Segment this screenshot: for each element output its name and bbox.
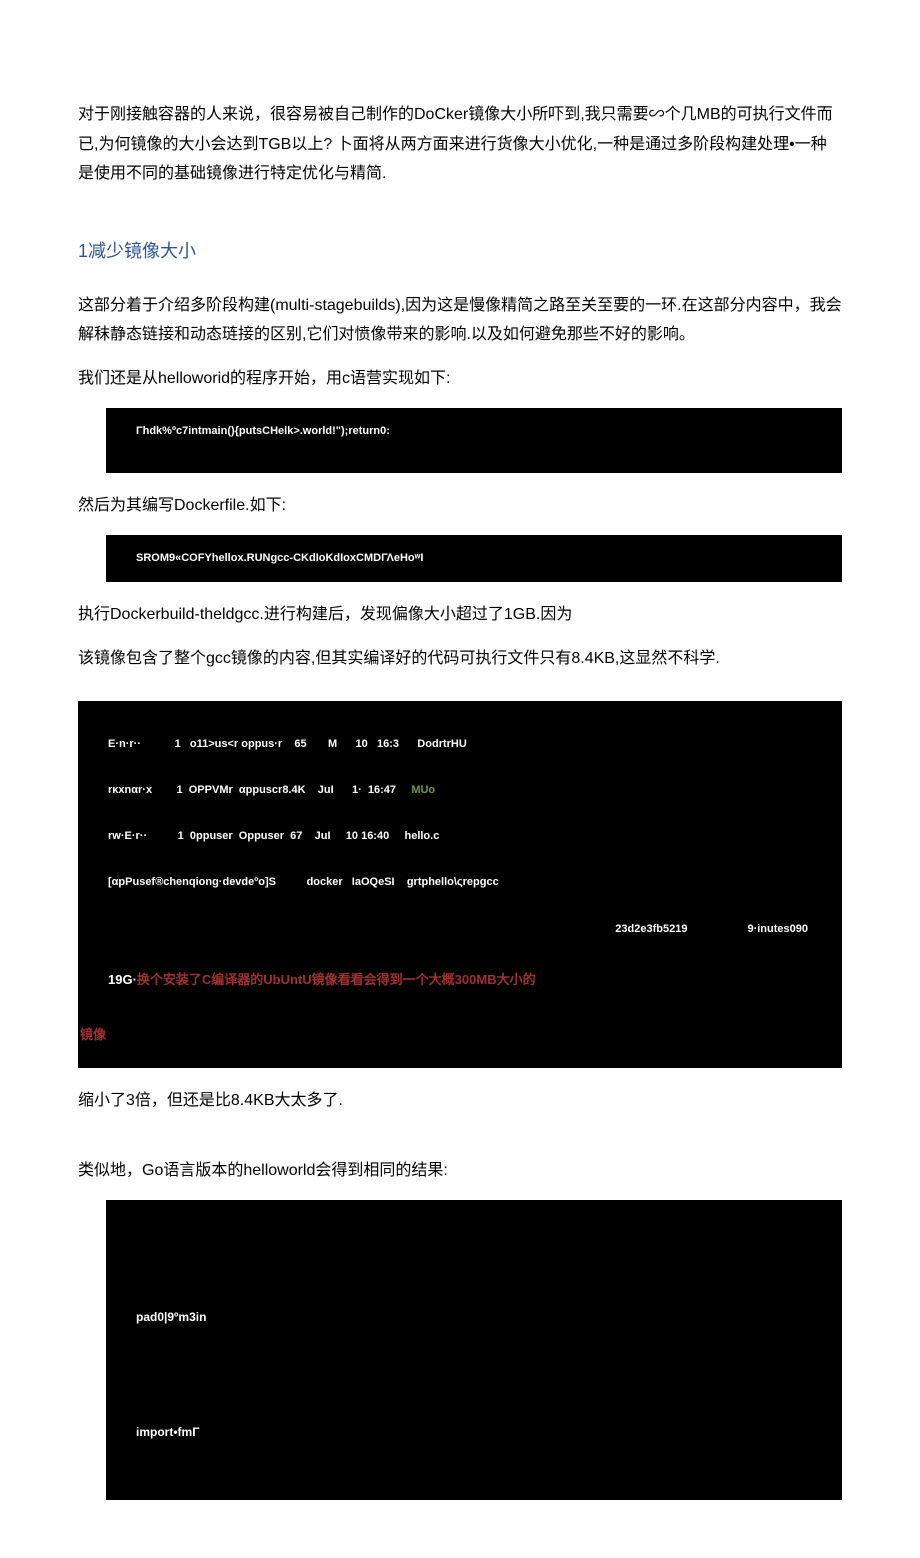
p-multistage-intro: 这部分着于介绍多阶段构建(multi-stagebuilds),因为这是慢像精简… [78,291,842,350]
go-line-1: pad0|9ºm3in [136,1298,812,1336]
red-text-2: 镜像 [80,1023,812,1048]
ls-green-text: MUo [411,784,435,796]
ls-line-6: 19G·换个安装了C编译器的UbUntU镜像看看会得到一个大概300MB大小的 [108,968,812,993]
code-c-helloworld: Γhdk%ºc7intmain(){putsCHelk>.world!");re… [106,408,842,473]
p-shrink-3x: 缩小了3倍，但还是比8.4KB大太多了. [78,1086,842,1116]
code-dockerfile: SROM9«COFYhellox.RUNgcc-CKdIoKdIoxCMDΓΛe… [106,535,842,582]
ls-line-5: 23d2e3fb52199·inutes090 [108,922,812,937]
ls-line-3: rw·E·r·· 1 0ppuser Oppuser 67 JuI 10 16:… [108,829,812,844]
p-helloworld-c: 我们还是从helloworid的程序开始，用c语营实现如下: [78,364,842,394]
intro-paragraph: 对于刚接触容器的人来说，很容易被自己制作的DoCker镜像大小所吓到,我只需要∽… [78,100,842,189]
ls-line-2: rκxnαr·x 1 OPPVMr αppuscr8.4K JuI 1· 16:… [108,783,812,798]
p-size-analysis: 该镜像包含了整个gcc镜像的内容,但其实编译好的代码可执行文件只有8.4KB,这… [78,644,842,674]
p-go-version: 类似地，Go语言版本的helloworld会得到相同的结果: [78,1156,842,1186]
code-go-helloworld: pad0|9ºm3in import•fmΓ [106,1200,842,1501]
p-dockerfile: 然后为其编写Dockerfile.如下: [78,491,842,521]
go-line-2: import•fmΓ [136,1413,812,1451]
red-text-1: 换个安装了C编译器的UbUntU镜像看看会得到一个大概300MB大小的 [137,972,536,987]
ls-line-4: [αpPusef®chenqiong·devdeºo]S docker IaOQ… [108,875,812,890]
ls-line-1: E·n·r·· 1 o11>us<r oppus·r 65 M 10 16:3 … [108,737,812,752]
heading-reduce-image-size: 1减少镜像大小 [78,237,842,263]
code-ls-output: E·n·r·· 1 o11>us<r oppus·r 65 M 10 16:3 … [78,701,842,1068]
p-build-result: 执行Dockerbuild-theldgcc.进行构建后，发现偏像大小超过了1G… [78,600,842,630]
